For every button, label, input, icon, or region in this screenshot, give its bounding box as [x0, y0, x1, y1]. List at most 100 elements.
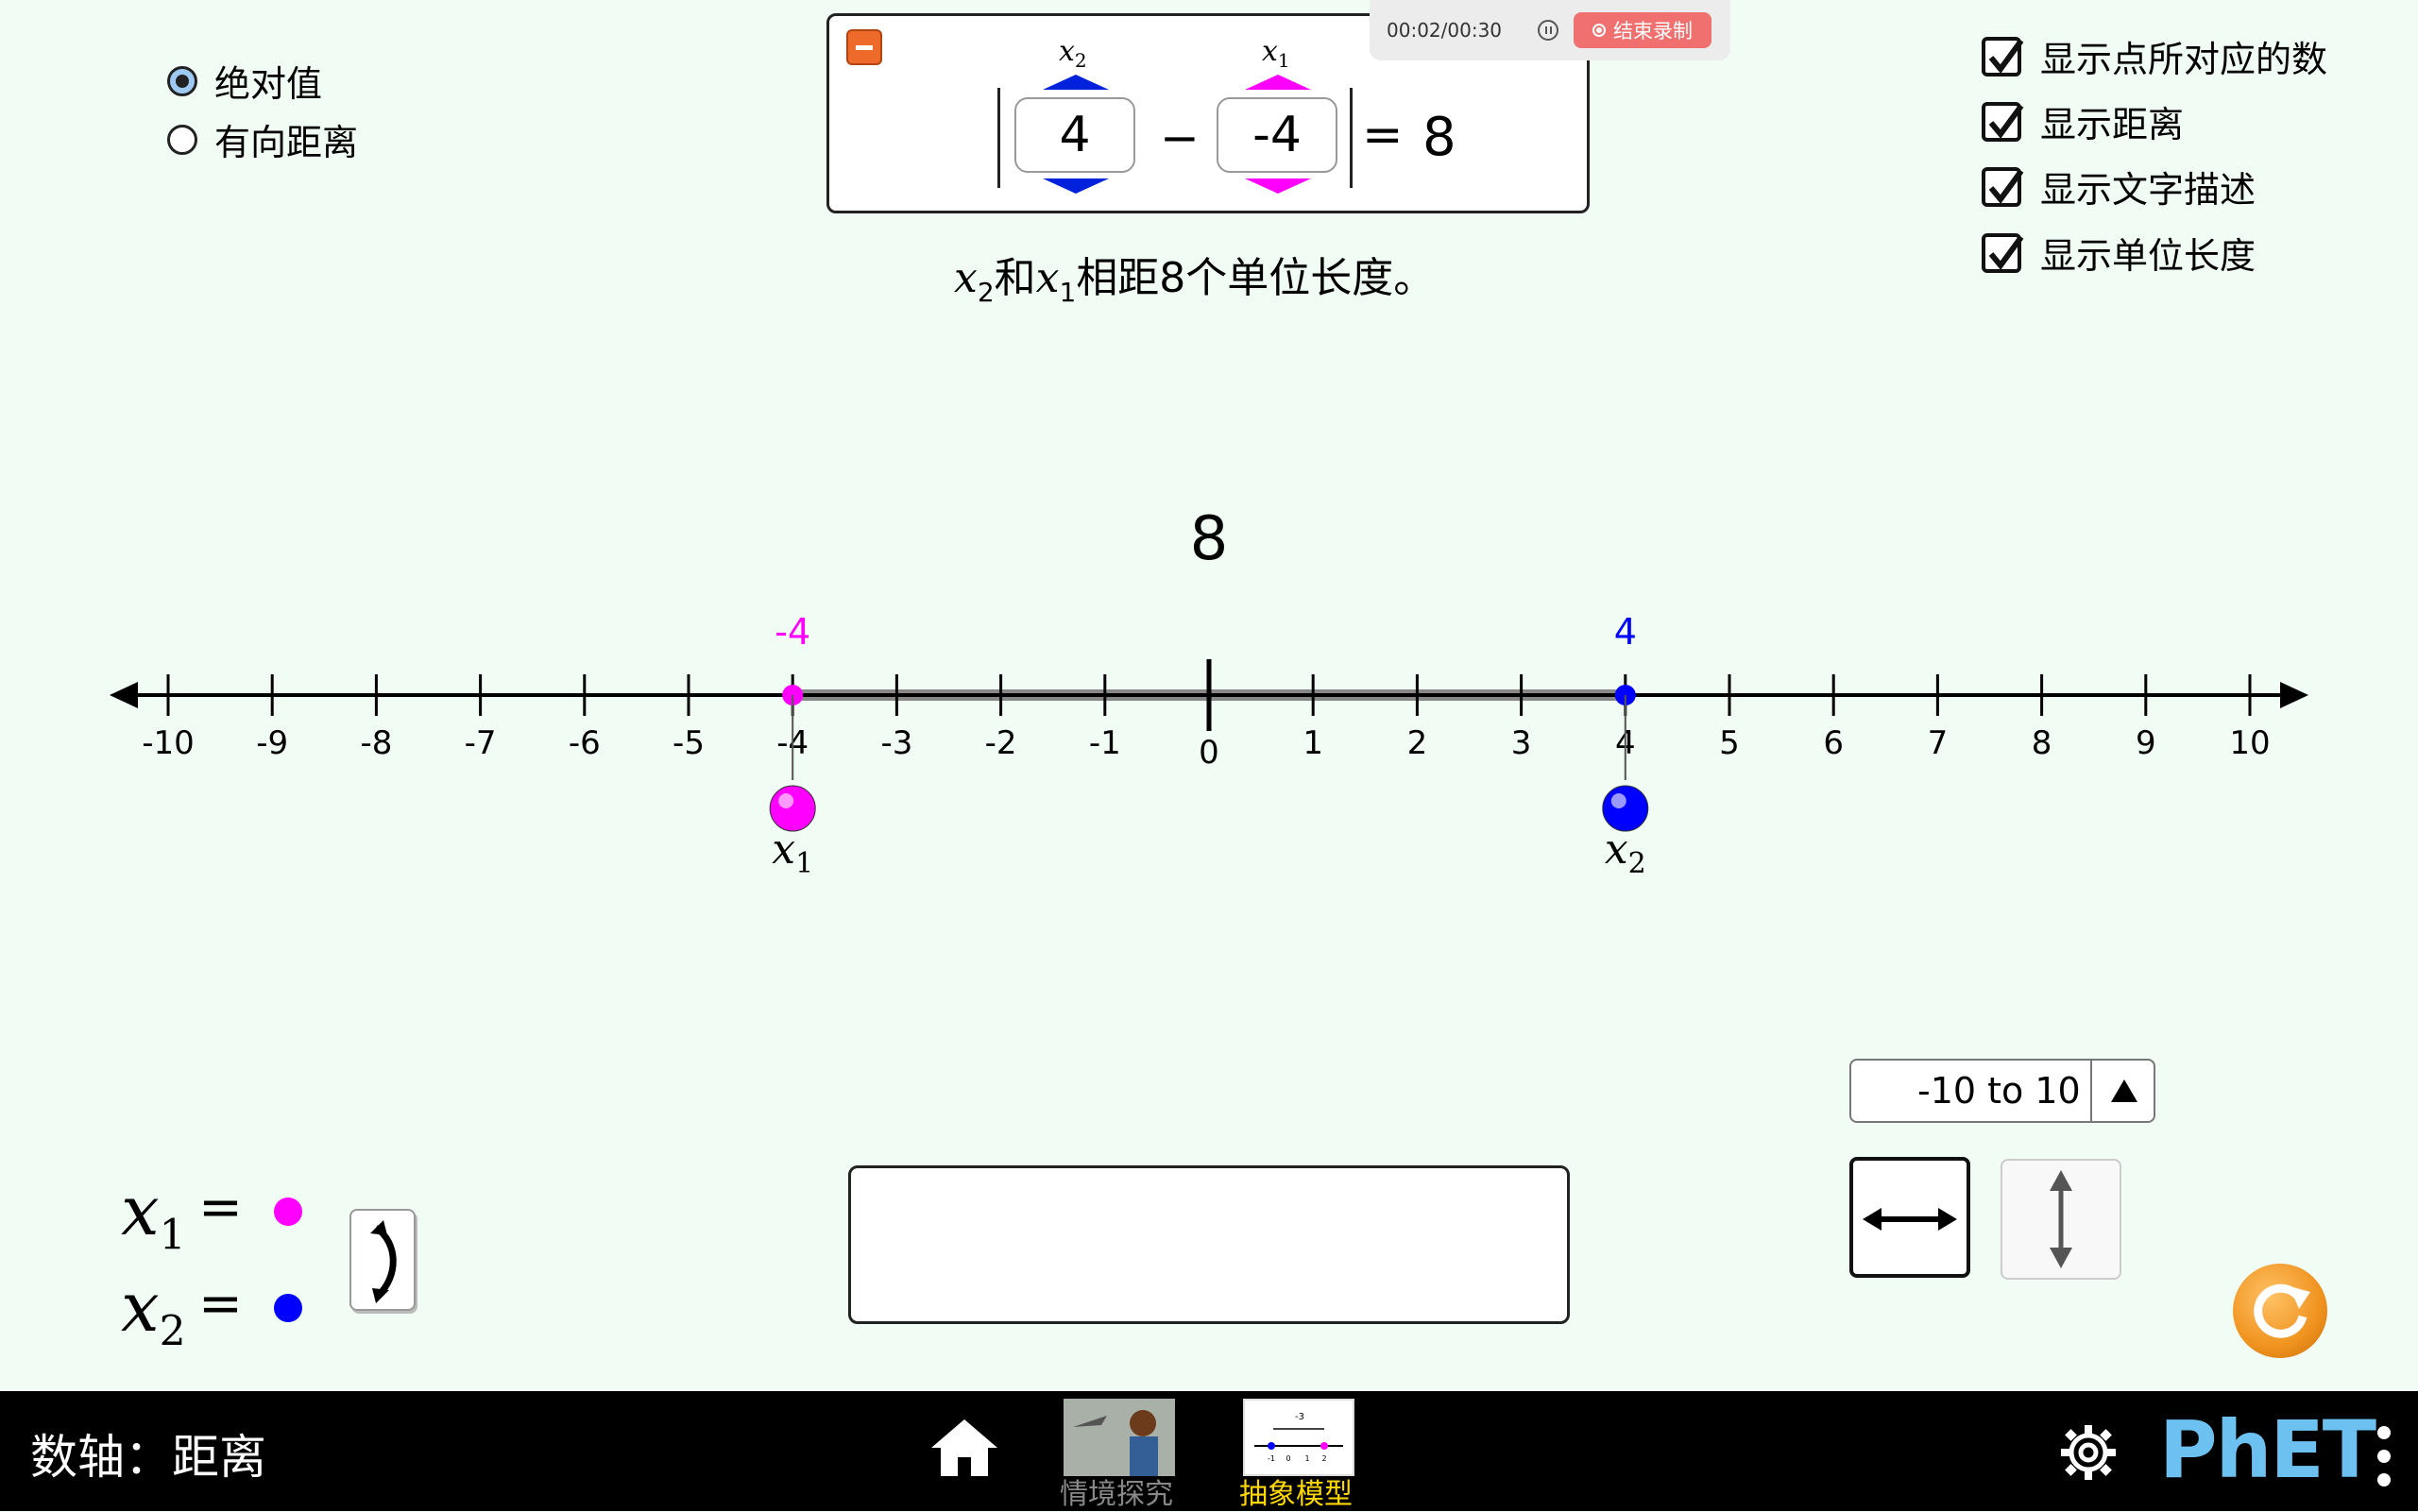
tick-label: -10 [142, 724, 195, 762]
axis-left-arrow-icon [110, 682, 138, 708]
tick-label: 2 [1407, 724, 1428, 762]
swap-arrow-icon [370, 1220, 397, 1303]
spinner-x2-value[interactable]: 4 [1014, 97, 1135, 173]
point-x1-handle[interactable] [769, 785, 816, 832]
screen-explore-thumbnail[interactable] [1064, 1399, 1175, 1476]
reset-icon [2254, 1283, 2310, 1338]
tick-label: 5 [1719, 724, 1740, 762]
radio-directed-distance[interactable]: 有向距离 [167, 113, 358, 165]
range-picker[interactable]: -10 to 10 [1849, 1059, 2155, 1123]
checkbox-label: 显示点所对应的数 [2040, 39, 2328, 80]
point-x1-value-label: -4 [775, 611, 810, 653]
radio-label-directed: 有向距离 [214, 122, 359, 163]
tick-label: 9 [2136, 724, 2156, 762]
legend-x1-equals: = [198, 1177, 243, 1238]
distance-description: x2和x1相距8个单位长度。 [954, 254, 1436, 308]
checkbox-show-unit-length[interactable]: 显示单位长度 [1982, 227, 2256, 279]
checkbox-checked-icon[interactable] [1982, 232, 2024, 273]
point-x1-name: x1 [772, 825, 813, 880]
horizontal-orientation-button[interactable] [1849, 1157, 1970, 1278]
checkbox-show-point-values[interactable]: 显示点所对应的数 [1982, 30, 2327, 82]
spinner-x2-down-arrow-icon[interactable] [1043, 177, 1109, 194]
legend-x2-dot [274, 1294, 302, 1322]
more-options-icon[interactable] [2375, 1423, 2393, 1489]
gear-icon[interactable] [2059, 1423, 2118, 1482]
explore-scene-icon [1064, 1399, 1175, 1476]
swap-points-button[interactable] [349, 1209, 416, 1311]
tick-label: -6 [569, 724, 601, 762]
legend-x1-dot [274, 1198, 302, 1226]
tick-label: -9 [256, 724, 288, 762]
tick-label: -7 [465, 724, 497, 762]
axis-right-arrow-icon [2280, 682, 2308, 708]
triangle-up-icon [2111, 1079, 2137, 1102]
checkbox-show-text-description[interactable]: 显示文字描述 [1982, 161, 2256, 212]
point-x2-handle[interactable] [1602, 785, 1649, 832]
checkbox-checked-icon[interactable] [1982, 101, 2024, 142]
legend-x1: x1 [121, 1171, 186, 1260]
point-x1-highlight [778, 793, 794, 808]
tick-label: -2 [985, 724, 1017, 762]
distance-label: 8 [1190, 504, 1229, 574]
legend-x2: x2 [121, 1267, 186, 1356]
spinner-x1-up-arrow-icon[interactable] [1245, 75, 1311, 92]
svg-text:2: 2 [1321, 1454, 1326, 1463]
point-x2-highlight [1610, 793, 1626, 808]
tick-label: 1 [1303, 724, 1323, 762]
collapse-panel-button[interactable] [846, 29, 882, 65]
absolute-bar-left [997, 88, 1000, 188]
home-icon[interactable] [929, 1418, 999, 1478]
checkbox-checked-icon[interactable] [1982, 166, 2024, 207]
tick-label: 7 [1928, 724, 1949, 762]
point-x2-value-label: 4 [1614, 611, 1637, 653]
tick-label: 0 [1199, 734, 1219, 772]
navigation-bar: 数轴：距离 情境探究 -3 -1 0 1 2 抽象模型 PhET [0, 1391, 2418, 1511]
phet-logo[interactable]: PhET [2159, 1410, 2376, 1489]
tick-label: -1 [1089, 724, 1121, 762]
tick-label: 10 [2229, 724, 2270, 762]
svg-text:-3: -3 [1295, 1412, 1304, 1422]
spinner-x1-down-arrow-icon[interactable] [1245, 177, 1311, 194]
checkbox-label: 显示单位长度 [2040, 235, 2256, 277]
tick-label: 3 [1511, 724, 1532, 762]
checkbox-label: 显示文字描述 [2040, 169, 2256, 211]
vertical-arrows-icon [2050, 1170, 2072, 1268]
tick-label: -8 [360, 724, 392, 762]
radio-button-unselected[interactable] [167, 124, 197, 155]
sim-title: 数轴：距离 [30, 1430, 266, 1485]
vertical-orientation-button[interactable] [2001, 1159, 2121, 1280]
record-dot-icon [1592, 24, 1607, 37]
radio-absolute-value[interactable]: 绝对值 [167, 55, 322, 107]
checkbox-label: 显示距离 [2040, 104, 2185, 145]
tick-label: -3 [880, 724, 912, 762]
horizontal-arrows-icon [1863, 1208, 1957, 1231]
radio-button-selected[interactable] [167, 65, 197, 96]
absolute-bar-right [1350, 88, 1353, 188]
spinner-x1-value[interactable]: -4 [1217, 97, 1337, 173]
screen-explore-label[interactable]: 情境探究 [1060, 1470, 1173, 1512]
radio-label-absolute: 绝对值 [214, 63, 323, 105]
checkbox-show-distance[interactable]: 显示距离 [1982, 95, 2184, 147]
tick-label: -5 [673, 724, 705, 762]
svg-text:-1: -1 [1268, 1454, 1275, 1463]
pause-icon[interactable] [1538, 20, 1559, 41]
tick-label: 8 [2032, 724, 2052, 762]
point-x2-name: x2 [1605, 825, 1646, 880]
spinner-x1-label: x1 [1262, 35, 1290, 72]
equals-sign: = [1362, 107, 1404, 163]
svg-text:0: 0 [1286, 1454, 1290, 1463]
generalize-numberline-icon: -3 -1 0 1 2 [1254, 1412, 1343, 1463]
stop-recording-label: 结束录制 [1613, 20, 1694, 42]
spinner-x2-up-arrow-icon[interactable] [1043, 75, 1109, 92]
screen-recorder-bar: 00:02/00:30 结束录制 [1370, 0, 1730, 60]
checkbox-checked-icon[interactable] [1982, 36, 2024, 76]
reset-all-button[interactable] [2233, 1264, 2327, 1358]
screen-generalize-label[interactable]: 抽象模型 [1239, 1470, 1353, 1512]
answer-text-box[interactable] [848, 1165, 1570, 1324]
recording-time: 00:02/00:30 [1387, 19, 1503, 42]
minus-operator: − [1160, 110, 1200, 165]
stop-recording-button[interactable]: 结束录制 [1574, 12, 1712, 48]
legend-x2-equals: = [198, 1273, 243, 1334]
range-dropdown-button[interactable] [2090, 1061, 2156, 1121]
screen-generalize-thumbnail[interactable]: -3 -1 0 1 2 [1243, 1399, 1354, 1476]
